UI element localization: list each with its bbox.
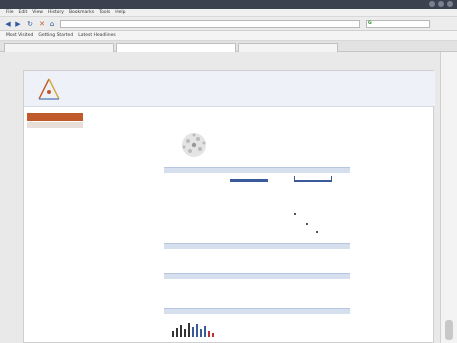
molecule-structure-image (182, 133, 206, 157)
sidebar-link[interactable] (27, 140, 83, 144)
bookmark-latest-headlines[interactable]: Latest Headlines (78, 33, 116, 38)
window-titlebar (0, 0, 457, 9)
gel-band (230, 179, 268, 182)
tab-3[interactable] (238, 43, 338, 52)
url-bar[interactable] (60, 20, 360, 28)
menu-help[interactable]: Help (115, 10, 125, 15)
close-button[interactable] (447, 1, 453, 7)
menu-file[interactable]: File (6, 10, 14, 15)
menu-view[interactable]: View (32, 10, 43, 15)
data-point (316, 231, 318, 233)
menu-bookmarks[interactable]: Bookmarks (69, 10, 94, 15)
back-arrow-icon[interactable]: ◀ (4, 20, 12, 28)
tab-2[interactable] (116, 43, 236, 52)
reload-icon[interactable]: ↻ (26, 20, 34, 28)
minimize-button[interactable] (429, 1, 435, 7)
scrollbar-thumb[interactable] (445, 320, 453, 340)
search-box[interactable]: G (366, 20, 430, 28)
window-controls (429, 1, 453, 7)
search-engine-icon: G (368, 21, 372, 26)
tab-1[interactable] (4, 43, 114, 52)
sidebar-heading (27, 113, 83, 121)
section-header (164, 308, 350, 314)
tab-strip (0, 41, 457, 52)
data-point (306, 223, 308, 225)
web-page (23, 70, 435, 343)
gel-band (294, 176, 332, 182)
vertical-scrollbar[interactable] (440, 52, 457, 343)
bookmark-most-visited[interactable]: Most Visited (6, 33, 33, 38)
menu-bar: File Edit View History Bookmarks Tools H… (0, 9, 457, 17)
data-point (294, 213, 296, 215)
section-header (164, 167, 350, 173)
antibody-summary (164, 113, 354, 173)
menu-tools[interactable]: Tools (99, 10, 110, 15)
navigation-toolbar: ◀ ▶ ↻ ✕ ⌂ G (0, 17, 457, 31)
forward-arrow-icon[interactable]: ▶ (14, 20, 22, 28)
home-icon[interactable]: ⌂ (48, 20, 56, 28)
bookmark-getting-started[interactable]: Getting Started (38, 33, 73, 38)
stop-icon[interactable]: ✕ (38, 20, 46, 28)
maximize-button[interactable] (438, 1, 444, 7)
section-header (164, 243, 350, 249)
menu-history[interactable]: History (48, 10, 64, 15)
section-header (164, 273, 350, 279)
sidebar (27, 113, 83, 144)
page-header (24, 71, 435, 107)
bookmarks-toolbar: Most Visited Getting Started Latest Head… (0, 31, 457, 41)
site-logo-icon (38, 78, 60, 100)
menu-edit[interactable]: Edit (19, 10, 28, 15)
chart-thumbnail-image (172, 323, 214, 337)
